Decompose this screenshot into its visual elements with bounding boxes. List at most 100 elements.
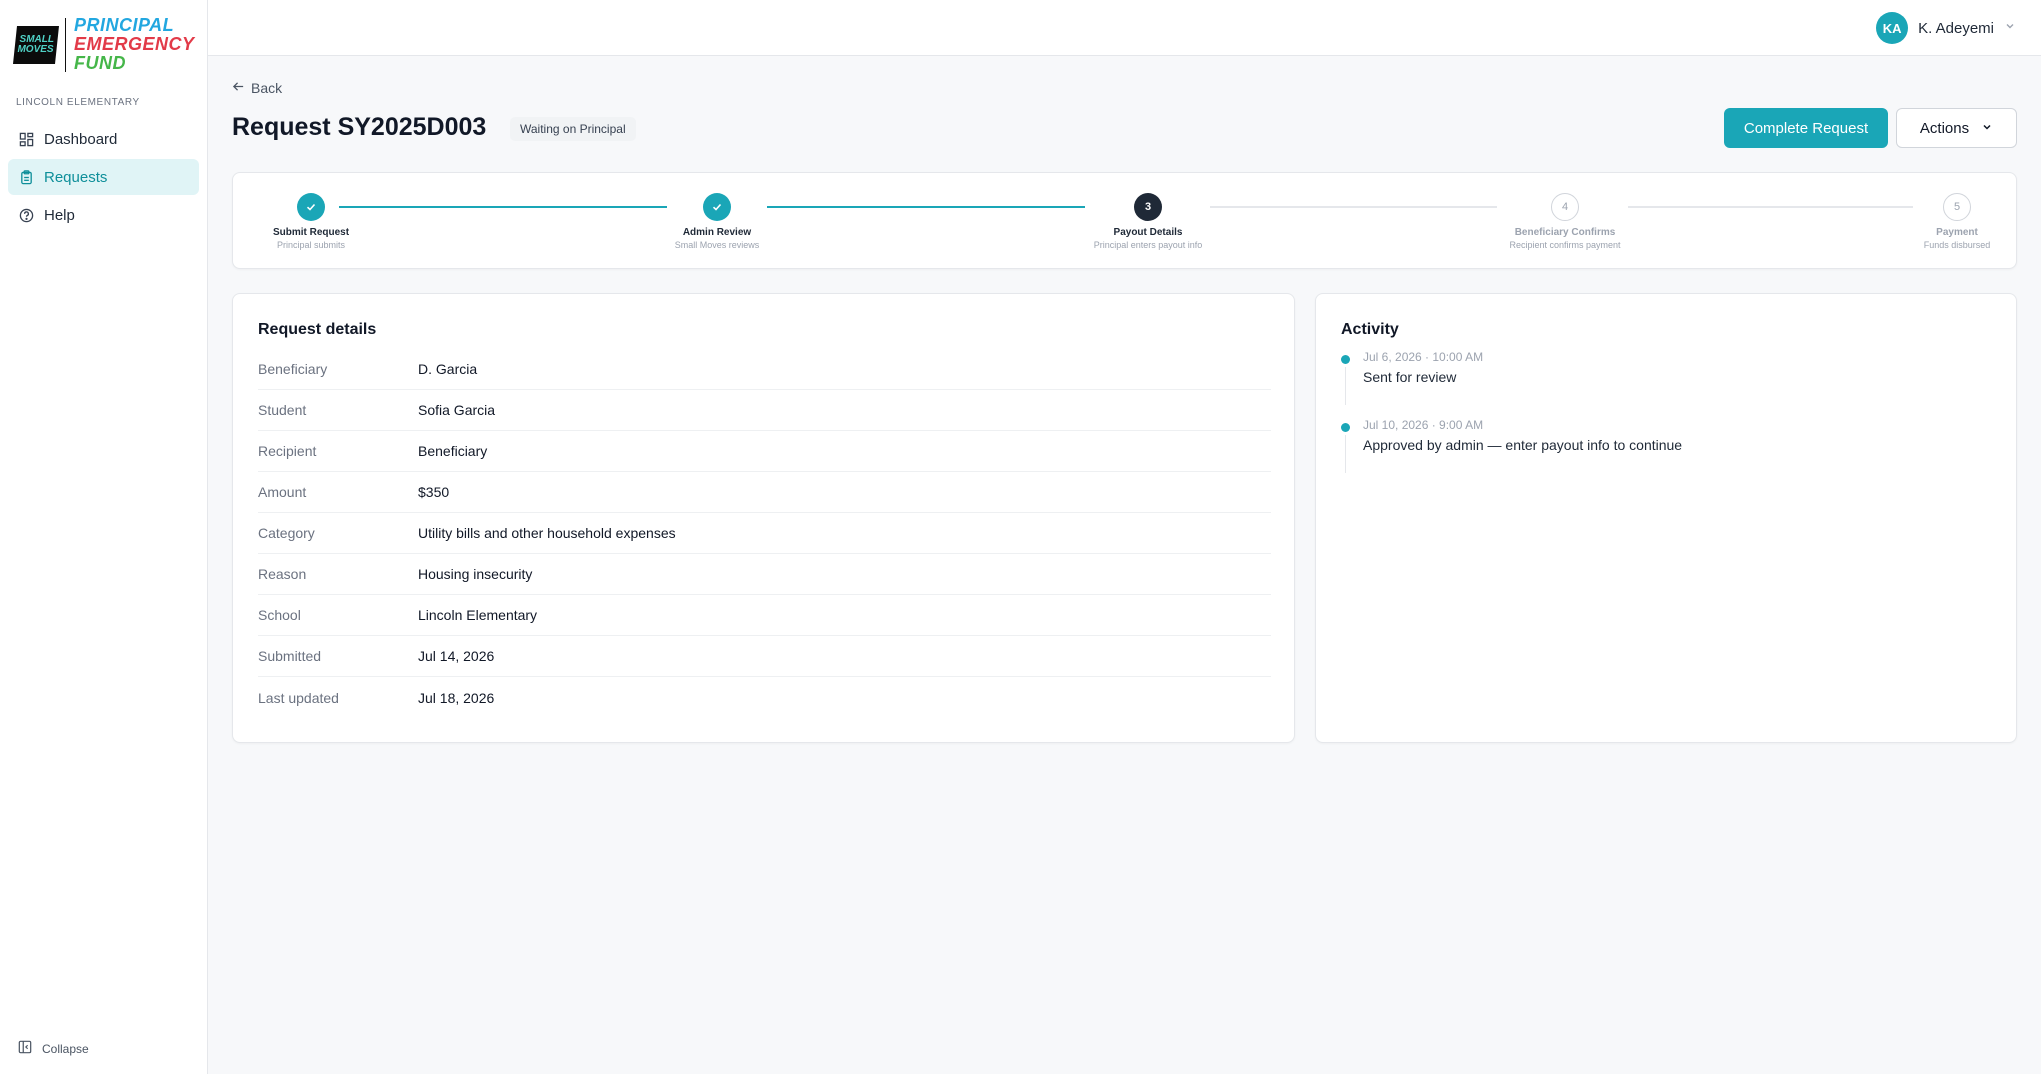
step-label: Admin Review <box>682 227 752 238</box>
badge-line1: SMALL <box>19 33 54 45</box>
detail-row-beneficiary: Beneficiary D. Garcia <box>258 349 1271 390</box>
detail-value: $350 <box>418 484 450 500</box>
detail-key: Recipient <box>258 443 317 459</box>
step-sub: Principal submits <box>276 240 346 250</box>
back-label: Back <box>251 80 283 96</box>
sidebar-item-label: Requests <box>44 168 108 186</box>
detail-key: Reason <box>258 566 307 582</box>
school-label: LINCOLN ELEMENTARY <box>16 97 140 108</box>
step-sub: Recipient confirms payment <box>1509 240 1621 250</box>
complete-request-button[interactable]: Complete Request <box>1724 108 1888 148</box>
step-circle: 5 <box>1943 193 1971 221</box>
detail-row-submitted: Submitted Jul 14, 2026 <box>258 636 1271 677</box>
step-beneficiary-confirms: 4 Beneficiary Confirms Recipient confirm… <box>1485 193 1645 250</box>
detail-value: Utility bills and other household expens… <box>418 525 676 541</box>
detail-row-category: Category Utility bills and other househol… <box>258 513 1271 554</box>
step-sub: Small Moves reviews <box>674 240 760 250</box>
timeline-dot <box>1341 355 1350 364</box>
brand-line1: PRINCIPAL <box>74 15 175 35</box>
detail-value: Beneficiary <box>418 443 488 459</box>
timeline-line <box>1345 367 1346 405</box>
chevron-down-icon <box>2004 19 2016 37</box>
brand-logo[interactable]: SMALL MOVES PRINCIPAL EMERGENCY FUND <box>13 16 195 73</box>
detail-row-reason: Reason Housing insecurity <box>258 554 1271 595</box>
sidebar-item-label: Help <box>44 206 75 224</box>
step-submit-request: Submit Request Principal submits <box>231 193 391 250</box>
detail-value: Jul 14, 2026 <box>418 648 495 664</box>
actions-label: Actions <box>1919 119 1970 137</box>
detail-row-recipient: Recipient Beneficiary <box>258 431 1271 472</box>
step-sub: Principal enters payout info <box>1093 240 1203 250</box>
detail-row-last-updated: Last updated Jul 18, 2026 <box>258 677 1271 718</box>
event-message: Sent for review <box>1363 369 1457 385</box>
actions-dropdown-button[interactable]: Actions <box>1896 108 2017 148</box>
sidebar-item-dashboard[interactable]: Dashboard <box>8 121 199 157</box>
detail-row-school: School Lincoln Elementary <box>258 595 1271 636</box>
detail-value: Sofia Garcia <box>418 402 496 418</box>
step-admin-review: Admin Review Small Moves reviews <box>637 193 797 250</box>
detail-value: Jul 18, 2026 <box>418 689 495 706</box>
detail-key: Amount <box>258 484 307 500</box>
step-connector <box>767 206 1085 208</box>
check-icon <box>712 203 722 211</box>
activity-timeline: Jul 6, 2026 · 10:00 AM Sent for review J… <box>1341 350 1991 486</box>
status-badge: Waiting on Principal <box>510 117 636 141</box>
page-title: Request SY2025D003 <box>232 113 487 141</box>
chevron-down-icon <box>1981 120 1993 137</box>
step-connector <box>1628 206 1913 208</box>
clipboard-icon <box>18 169 34 185</box>
progress-stepper: Submit Request Principal submits Admin R… <box>232 172 2017 269</box>
timeline-dot <box>1341 423 1350 432</box>
collapse-button[interactable]: Collapse <box>18 1040 89 1057</box>
activity-event: Jul 10, 2026 · 9:00 AM Approved by admin… <box>1341 418 1991 486</box>
sidebar-collapse-icon <box>18 1040 32 1057</box>
user-menu[interactable]: KA K. Adeyemi <box>1876 12 2016 44</box>
event-message: Approved by admin — enter payout info to… <box>1363 437 1683 453</box>
avatar: KA <box>1876 12 1909 44</box>
collapse-label: Collapse <box>42 1041 89 1056</box>
detail-value: Lincoln Elementary <box>418 607 538 623</box>
step-circle: 4 <box>1551 193 1579 221</box>
detail-row-amount: Amount $350 <box>258 472 1271 513</box>
sidebar-item-help[interactable]: Help <box>8 197 199 233</box>
request-details-title: Request details <box>258 321 377 338</box>
step-label: Payment <box>1936 227 1978 238</box>
activity-card: Activity Jul 6, 2026 · 10:00 AM Sent for… <box>1315 293 2017 743</box>
step-payout-details: 3 Payout Details Principal enters payout… <box>1068 193 1228 250</box>
check-icon <box>306 203 316 211</box>
small-moves-logo-badge: SMALL MOVES <box>13 25 59 64</box>
detail-key: Last updated <box>258 689 339 706</box>
timeline-line <box>1345 435 1346 473</box>
event-time: Jul 6, 2026 · 10:00 AM <box>1363 350 1484 364</box>
activity-event: Jul 6, 2026 · 10:00 AM Sent for review <box>1341 350 1991 418</box>
sidebar-item-requests[interactable]: Requests <box>8 159 199 195</box>
sidebar-item-label: Dashboard <box>44 130 118 148</box>
step-label: Beneficiary Confirms <box>1514 227 1616 238</box>
event-time: Jul 10, 2026 · 9:00 AM <box>1363 418 1484 432</box>
help-circle-icon <box>18 207 34 223</box>
step-circle: 3 <box>1134 193 1162 221</box>
badge-line2: MOVES <box>17 43 54 55</box>
detail-row-student: Student Sofia Garcia <box>258 390 1271 431</box>
request-details-card: Request details Beneficiary D. Garcia Stu… <box>232 293 1295 743</box>
detail-key: Beneficiary <box>258 361 328 377</box>
step-circle <box>703 193 731 221</box>
back-link[interactable]: Back <box>232 80 282 96</box>
brand-line3: FUND <box>74 53 126 73</box>
dashboard-icon <box>18 131 34 147</box>
sidebar: SMALL MOVES PRINCIPAL EMERGENCY FUND LIN… <box>0 0 208 1074</box>
step-label: Submit Request <box>272 227 350 238</box>
user-name: K. Adeyemi <box>1918 19 1994 37</box>
detail-value: D. Garcia <box>418 361 478 377</box>
detail-key: School <box>258 607 301 623</box>
detail-key: Category <box>258 525 315 541</box>
step-sub: Funds disbursed <box>1923 240 1991 250</box>
step-connector <box>1210 206 1497 208</box>
topbar: KA K. Adeyemi <box>208 0 2041 56</box>
detail-key: Student <box>258 402 307 418</box>
brand-name: PRINCIPAL EMERGENCY FUND <box>74 16 195 73</box>
activity-title: Activity <box>1341 321 1399 338</box>
step-label: Payout Details <box>1113 227 1183 238</box>
step-payment: 5 Payment Funds disbursed <box>1877 193 2037 250</box>
step-circle <box>297 193 325 221</box>
